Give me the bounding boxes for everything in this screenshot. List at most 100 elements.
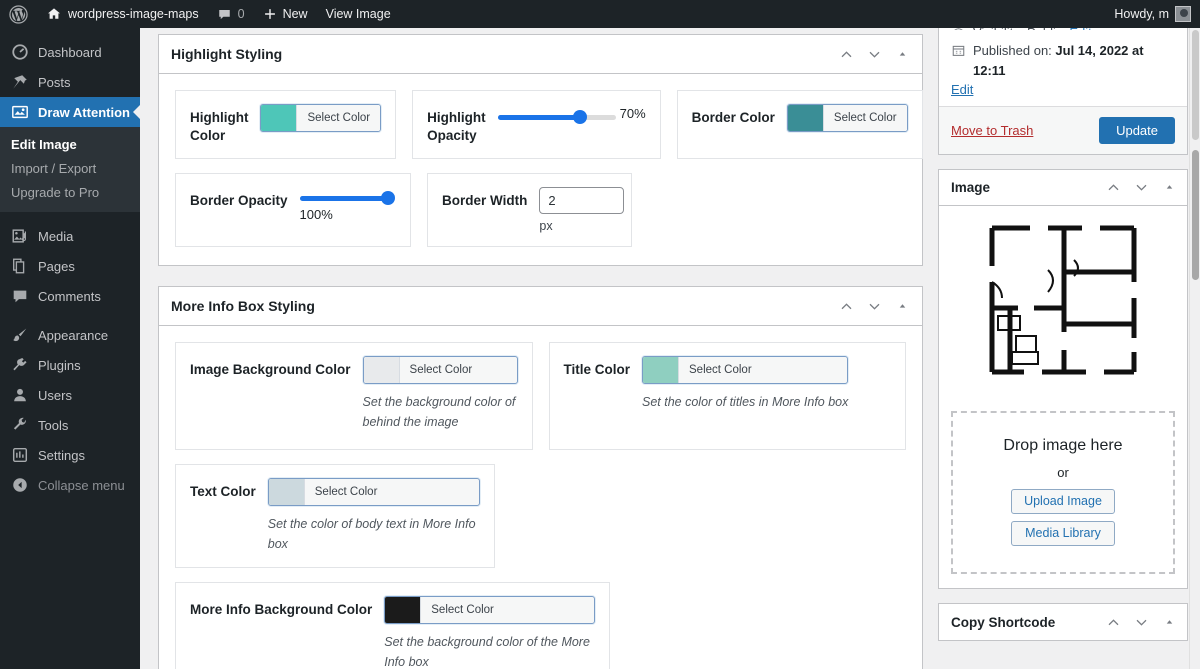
comment-icon: [217, 7, 232, 22]
sidebar-item-appearance[interactable]: Appearance: [0, 320, 140, 350]
move-down-button[interactable]: [860, 292, 888, 320]
sidebar-item-upgrade-to-pro[interactable]: Upgrade to Pro: [0, 181, 140, 205]
sidebar-item-edit-image[interactable]: Edit Image: [0, 133, 140, 157]
border-color-picker[interactable]: Select Color: [787, 104, 908, 132]
wp-logo-menu[interactable]: [0, 0, 37, 28]
wrench-icon: [11, 416, 29, 434]
image-map-icon: [11, 103, 29, 121]
more-info-styling-body: Image Background Color Select Color Set …: [159, 326, 922, 669]
highlight-opacity-slider[interactable]: [498, 110, 616, 124]
pin-icon: [11, 73, 29, 91]
chevron-up-icon: [839, 47, 854, 62]
scrollbar-thumb-upper[interactable]: [1192, 30, 1199, 140]
media-library-button[interactable]: Media Library: [1011, 521, 1115, 546]
highlight-row-1: Highlight Color Select Color Highlight O…: [175, 90, 906, 159]
chevron-up-icon: [839, 299, 854, 314]
text-color-picker[interactable]: Select Color: [268, 478, 480, 506]
move-to-trash-link[interactable]: Move to Trash: [951, 123, 1033, 138]
slider-fill: [498, 115, 581, 120]
sidebar-item-posts[interactable]: Posts: [0, 67, 140, 97]
sidebar-item-dashboard[interactable]: Dashboard: [0, 37, 140, 67]
chevron-up-icon: [1106, 180, 1121, 195]
move-down-button[interactable]: [860, 40, 888, 68]
move-down-button[interactable]: [1127, 608, 1155, 636]
text-color-field: Text Color Select Color Set the color of…: [175, 464, 495, 568]
user-icon: [11, 386, 29, 404]
highlight-opacity-field: Highlight Opacity 70%: [412, 90, 661, 159]
highlight-opacity-label: Highlight Opacity: [427, 104, 485, 145]
border-width-input[interactable]: 2: [539, 187, 624, 214]
toggle-panel-button[interactable]: [888, 40, 916, 68]
title-color-label: Title Color: [564, 356, 631, 379]
move-up-button[interactable]: [1099, 608, 1127, 636]
move-up-button[interactable]: [832, 292, 860, 320]
title-color-picker[interactable]: Select Color: [642, 356, 848, 384]
sidebar-item-settings[interactable]: Settings: [0, 440, 140, 470]
panel-title: Highlight Styling: [171, 46, 832, 62]
border-width-unit: px: [539, 219, 624, 233]
toggle-panel-button[interactable]: [1155, 174, 1183, 202]
sidebar-item-label: Collapse menu: [38, 479, 125, 492]
page-scrollbar[interactable]: [1189, 28, 1200, 669]
comments-bubble[interactable]: 0: [208, 0, 254, 28]
border-width-field: Border Width 2 px: [427, 173, 632, 247]
published-edit-link[interactable]: Edit: [951, 82, 973, 97]
collapse-icon: [11, 476, 29, 494]
highlight-color-field: Highlight Color Select Color: [175, 90, 396, 159]
border-opacity-slider[interactable]: [300, 191, 388, 205]
sidebar-item-draw-attention[interactable]: Draw Attention: [0, 97, 140, 127]
comment-count: 0: [238, 7, 245, 21]
image-background-color-label: Image Background Color: [190, 356, 351, 379]
view-image-link[interactable]: View Image: [317, 0, 400, 28]
sidebar-item-comments[interactable]: Comments: [0, 281, 140, 311]
admin-bar: wordpress-image-maps 0 New View Image Ho…: [0, 0, 1200, 28]
sidebar-item-pages[interactable]: Pages: [0, 251, 140, 281]
sidebar-item-media[interactable]: Media: [0, 221, 140, 251]
image-dropzone[interactable]: Drop image here or Upload Image Media Li…: [951, 411, 1175, 574]
toggle-panel-button[interactable]: [1155, 608, 1183, 636]
comments-icon: [11, 287, 29, 305]
more-info-background-color-picker[interactable]: Select Color: [384, 596, 595, 624]
chevron-down-icon: [1134, 615, 1149, 630]
move-down-button[interactable]: [1127, 174, 1155, 202]
sidebar-item-label: Users: [38, 389, 72, 402]
publish-status-area: Visibility: Public Edit Published on: Ju…: [939, 28, 1187, 97]
image-box-header: Image: [939, 170, 1187, 206]
plus-icon: [263, 7, 277, 21]
eye-icon: [951, 28, 966, 30]
image-background-color-picker[interactable]: Select Color: [363, 356, 518, 384]
highlight-opacity-value: 70%: [620, 106, 646, 121]
more-info-background-color-label: More Info Background Color: [190, 596, 372, 619]
select-color-label: Select Color: [420, 597, 504, 623]
new-label: New: [283, 7, 308, 21]
new-content-menu[interactable]: New: [254, 0, 317, 28]
highlight-color-picker[interactable]: Select Color: [260, 104, 381, 132]
move-up-button[interactable]: [832, 40, 860, 68]
site-name-menu[interactable]: wordpress-image-maps: [37, 0, 208, 28]
image-background-color-help: Set the background color of behind the i…: [363, 393, 518, 432]
scrollbar-thumb[interactable]: [1192, 150, 1199, 280]
upload-image-button[interactable]: Upload Image: [1011, 489, 1115, 514]
toggle-panel-button[interactable]: [888, 292, 916, 320]
slider-knob[interactable]: [381, 191, 395, 205]
select-color-label: Select Color: [296, 105, 380, 131]
moreinfo-row-2: Text Color Select Color Set the color of…: [175, 464, 906, 568]
visibility-edit-link[interactable]: Edit: [1069, 28, 1091, 30]
sidebar-item-plugins[interactable]: Plugins: [0, 350, 140, 380]
image-preview[interactable]: [939, 206, 1187, 405]
sidebar-item-import-export[interactable]: Import / Export: [0, 157, 140, 181]
pages-icon: [11, 257, 29, 275]
more-info-styling-header: More Info Box Styling: [159, 287, 922, 326]
select-color-label: Select Color: [304, 479, 388, 505]
move-up-button[interactable]: [1099, 174, 1127, 202]
slider-knob[interactable]: [573, 110, 587, 124]
sidebar-item-users[interactable]: Users: [0, 380, 140, 410]
update-button[interactable]: Update: [1099, 117, 1175, 144]
moreinfo-row-1: Image Background Color Select Color Set …: [175, 342, 906, 450]
sidebar-item-tools[interactable]: Tools: [0, 410, 140, 440]
sidebar-item-collapse-menu[interactable]: Collapse menu: [0, 470, 140, 500]
triangle-up-icon: [1164, 182, 1175, 193]
highlight-styling-panel: Highlight Styling: [158, 34, 923, 266]
floor-plan-image: [978, 220, 1148, 395]
account-menu[interactable]: Howdy, m: [1105, 0, 1200, 28]
